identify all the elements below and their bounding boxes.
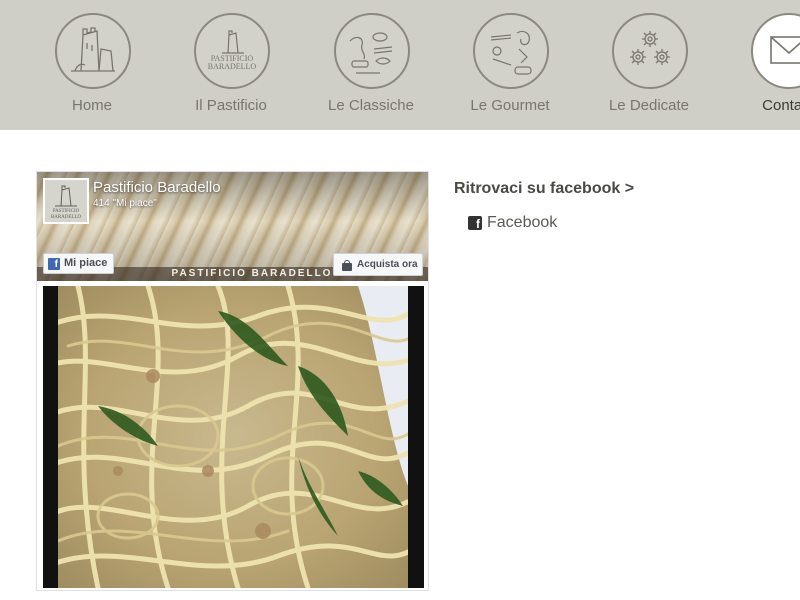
nav-item-le-classiche[interactable]: Le Classiche — [301, 13, 441, 123]
find-us-heading: Ritrovaci su facebook > — [454, 180, 635, 197]
pastificio-logo-icon: PASTIFICIO BARADELLO — [194, 13, 270, 89]
facebook-page-widget: PASTIFICIO BARADELLO PASTIFICIO BARADELL… — [36, 171, 429, 591]
nav-label: Il Pastificio — [195, 97, 267, 114]
nav-item-il-pastificio[interactable]: PASTIFICIO BARADELLO Il Pastificio — [161, 13, 301, 123]
like-button[interactable]: f Mi piace — [43, 253, 115, 274]
tower-icon — [55, 13, 131, 89]
gears-icon — [612, 13, 688, 89]
facebook-link[interactable]: f Facebook — [468, 214, 557, 232]
like-button-label: Mi piace — [64, 257, 108, 269]
nav-item-le-gourmet[interactable]: Le Gourmet — [440, 13, 580, 123]
pasta-shapes-icon — [334, 13, 410, 89]
facebook-cover-photo[interactable]: PASTIFICIO BARADELLO PASTIFICIO BARADELL… — [37, 172, 428, 281]
nav-label: Le Dedicate — [608, 97, 690, 114]
avatar-text-line1: PASTIFICIO — [53, 209, 80, 214]
nav-label: Home — [71, 97, 112, 114]
page-avatar[interactable]: PASTIFICIO BARADELLO — [43, 178, 89, 224]
likes-count: 414 "Mi piace" — [93, 198, 157, 209]
facebook-link-label: Facebook — [487, 214, 558, 231]
post-photo-spaghetti[interactable] — [43, 286, 424, 588]
avatar-text-line2: BARADELLO — [51, 215, 82, 220]
cover-text: PASTIFICIO BARADELLO — [171, 268, 333, 279]
nav-item-contatti[interactable]: Contatti — [718, 13, 800, 123]
nav-label: Le Classiche — [328, 97, 414, 114]
shop-now-button[interactable]: Acquista ora — [333, 253, 423, 276]
nav-item-home[interactable]: Home — [22, 13, 162, 123]
nav-item-le-dedicate[interactable]: Le Dedicate — [579, 13, 719, 123]
shop-button-label: Acquista ora — [357, 259, 418, 270]
nav-label: Le Gourmet — [470, 97, 550, 114]
gourmet-pasta-icon — [473, 13, 549, 89]
facebook-f-icon: f — [48, 257, 60, 270]
page-name-link[interactable]: Pastificio Baradello — [93, 179, 221, 196]
logo-text-line2: BARADELLO — [208, 62, 257, 71]
nav-label: Contatti — [762, 97, 800, 114]
shopping-bag-icon — [342, 259, 352, 271]
envelope-icon — [751, 13, 800, 89]
top-navigation: Home PASTIFICIO BARADELLO Il Pastificio — [0, 0, 800, 130]
facebook-square-icon: f — [468, 216, 482, 231]
